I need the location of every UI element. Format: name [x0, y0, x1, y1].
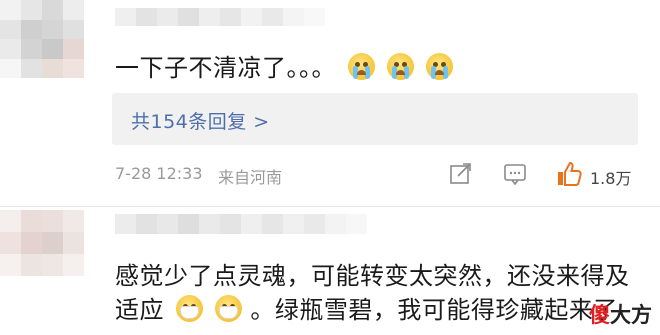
- comment-icon[interactable]: [502, 163, 528, 187]
- comment-text: 一下子不清凉了。。。: [115, 48, 454, 83]
- comment-body-end: 。绿瓶雪碧，我可能得珍藏起来了: [250, 296, 618, 324]
- comment-location: 来自河南: [218, 168, 283, 187]
- thumbs-up-icon[interactable]: [555, 160, 583, 188]
- avatar[interactable]: [0, 210, 105, 276]
- comment-text-line-2: 适应 。绿瓶雪碧，我可能得珍藏起来了: [115, 290, 618, 325]
- mask-face-emoji-icon: [215, 295, 243, 322]
- divider: [0, 206, 660, 207]
- avatar[interactable]: [0, 0, 105, 78]
- username[interactable]: [115, 214, 367, 234]
- username[interactable]: [115, 8, 325, 26]
- share-icon[interactable]: [448, 163, 474, 185]
- crying-face-emoji-icon: [426, 53, 454, 80]
- watermark-rest: 大方: [610, 303, 652, 327]
- comment-date: 7-28 12:33: [115, 164, 203, 183]
- watermark-first-char: 傻: [589, 303, 610, 327]
- crying-face-emoji-icon: [387, 53, 415, 80]
- like-count: 1.8万: [590, 169, 632, 188]
- view-replies-link[interactable]: 共154条回复 >: [131, 107, 270, 134]
- mask-face-emoji-icon: [176, 295, 204, 322]
- comment-body-start: 适应: [115, 296, 164, 324]
- crying-face-emoji-icon: [348, 53, 376, 80]
- comment-text-line-1: 感觉少了点灵魂，可能转变太突然，还没来得及: [115, 262, 630, 290]
- watermark: 傻大方: [589, 299, 652, 329]
- comment-body: 一下子不清凉了。。。: [115, 54, 336, 82]
